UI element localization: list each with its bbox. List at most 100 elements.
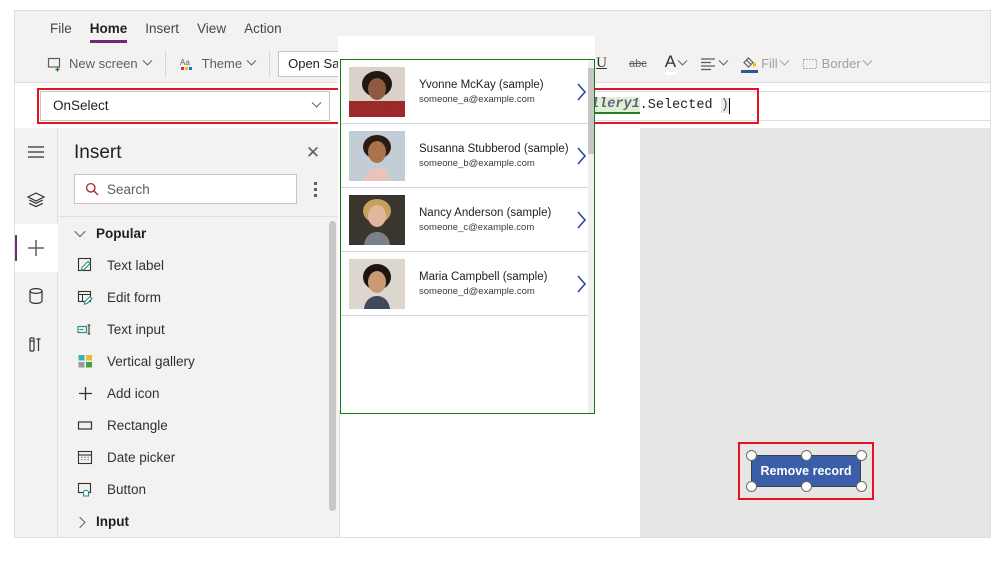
formula-token-close-paren: ): [720, 98, 729, 113]
rail-item-data[interactable]: [14, 272, 58, 320]
gallery-item[interactable]: Yvonne McKay (sample) someone_a@example.…: [341, 60, 594, 124]
gallery-item[interactable]: Nancy Anderson (sample) someone_c@exampl…: [341, 188, 594, 252]
insert-item-add-icon[interactable]: Add icon: [58, 377, 339, 409]
fill-bucket-icon: [741, 55, 759, 73]
insert-panel-scrollbar[interactable]: [329, 221, 336, 511]
button-icon: [76, 480, 94, 498]
resize-handle-bottom-left[interactable]: [746, 481, 757, 492]
chevron-down-icon: [718, 55, 729, 66]
gallery-item[interactable]: Maria Campbell (sample) someone_d@exampl…: [341, 252, 594, 316]
gallery-item-text: Maria Campbell (sample) someone_d@exampl…: [405, 271, 568, 297]
close-icon[interactable]: ✕: [303, 142, 323, 162]
chevron-down-icon: [142, 55, 153, 66]
insert-item-label: Text input: [107, 321, 165, 337]
chevron-down-icon: [779, 55, 790, 66]
insert-item-vertical-gallery[interactable]: Vertical gallery: [58, 345, 339, 377]
property-select-value: OnSelect: [53, 98, 109, 113]
insert-item-label: Date picker: [107, 449, 176, 465]
strikethrough-button[interactable]: abc: [618, 50, 658, 78]
insert-item-button[interactable]: Button: [58, 473, 339, 505]
menu-item-insert[interactable]: Insert: [136, 11, 188, 46]
formula-token-property: .Selected: [639, 98, 713, 113]
search-input[interactable]: Search: [74, 174, 297, 204]
insert-item-label: Text label: [107, 257, 165, 273]
strikethrough-label: abc: [628, 57, 647, 70]
font-color-button[interactable]: A: [658, 50, 693, 78]
menu-item-action[interactable]: Action: [235, 11, 291, 46]
theme-label: Theme: [201, 56, 243, 71]
layers-icon: [26, 191, 46, 209]
new-screen-button[interactable]: New screen: [41, 50, 157, 78]
gallery-item-text: Yvonne McKay (sample) someone_a@example.…: [405, 79, 568, 105]
plus-icon: [25, 237, 47, 259]
fill-button[interactable]: Fill: [734, 50, 795, 78]
left-rail: [14, 128, 58, 538]
theme-icon: Aa: [180, 56, 196, 72]
resize-handle-top-center[interactable]: [801, 450, 812, 461]
chevron-down-icon: [677, 55, 688, 66]
avatar: [349, 194, 405, 245]
rail-item-insert[interactable]: [14, 224, 58, 272]
gallery-item-email: someone_d@example.com: [419, 285, 535, 297]
property-select[interactable]: OnSelect: [40, 90, 330, 121]
resize-handle-bottom-center[interactable]: [801, 481, 812, 492]
insert-item-label: Add icon: [107, 385, 160, 401]
chevron-down-icon: [862, 55, 873, 66]
insert-item-rectangle[interactable]: Rectangle: [58, 409, 339, 441]
avatar: [349, 258, 405, 309]
theme-group: Aa Theme: [166, 45, 269, 83]
text-label-icon: [76, 256, 94, 274]
text-input-icon: [76, 320, 94, 338]
database-icon: [27, 287, 45, 306]
gallery-scrollbar[interactable]: [588, 60, 594, 413]
svg-text:Aa: Aa: [180, 58, 190, 67]
resize-handle-top-left[interactable]: [746, 450, 757, 461]
avatar: [349, 66, 405, 117]
font-color-label: A: [664, 52, 677, 75]
menu-item-view[interactable]: View: [188, 11, 235, 46]
rail-item-media[interactable]: [14, 320, 58, 368]
add-icon: [76, 384, 94, 402]
chevron-right-icon: [74, 516, 86, 529]
chevron-down-icon: [311, 97, 322, 108]
gallery-control[interactable]: Yvonne McKay (sample) someone_a@example.…: [340, 59, 595, 414]
fill-label: Fill: [761, 56, 778, 71]
text-caret: [728, 97, 731, 114]
align-button[interactable]: [693, 50, 734, 78]
resize-handle-bottom-right[interactable]: [856, 481, 867, 492]
insert-item-label: Button: [107, 481, 147, 497]
insert-item-label: Edit form: [107, 289, 162, 305]
powerapps-studio-window: File Home Insert View Action New screen: [0, 0, 1005, 561]
chevron-down-icon: [246, 55, 257, 66]
insert-item-label: Vertical gallery: [107, 353, 195, 369]
insert-item-text-input[interactable]: Text input: [58, 313, 339, 345]
gallery-item-name: Yvonne McKay (sample): [419, 78, 544, 91]
new-screen-label: New screen: [69, 56, 138, 71]
gallery-item-email: someone_b@example.com: [419, 157, 535, 169]
avatar: [349, 130, 405, 181]
media-tools-icon: [27, 335, 45, 354]
gallery-item-email: someone_a@example.com: [419, 93, 535, 105]
insert-group-popular-label: Popular: [96, 225, 147, 241]
insert-group-input[interactable]: Input: [58, 505, 339, 537]
rail-item-tree-view[interactable]: [14, 176, 58, 224]
insert-panel-header: Insert ✕: [58, 128, 339, 164]
button-selection-wrapper: Remove record: [738, 442, 874, 500]
resize-handle-top-right[interactable]: [856, 450, 867, 461]
menu-item-view-label: View: [197, 20, 227, 36]
border-button[interactable]: Border: [795, 50, 878, 78]
gallery-item[interactable]: Susanna Stubberod (sample) someone_b@exa…: [341, 124, 594, 188]
search-placeholder: Search: [107, 181, 150, 197]
new-screen-icon: [47, 56, 63, 72]
rail-item-hamburger-menu[interactable]: [14, 128, 58, 176]
insert-item-edit-form[interactable]: Edit form: [58, 281, 339, 313]
menu-item-home-label: Home: [89, 20, 128, 36]
menu-item-file[interactable]: File: [41, 11, 81, 46]
more-options-icon[interactable]: [305, 181, 325, 197]
insert-item-date-picker[interactable]: Date picker: [58, 441, 339, 473]
menu-item-home[interactable]: Home: [81, 11, 137, 46]
insert-group-popular[interactable]: Popular: [58, 217, 339, 249]
insert-item-text-label[interactable]: Text label: [58, 249, 339, 281]
theme-button[interactable]: Aa Theme: [174, 50, 261, 78]
gallery-item-name: Susanna Stubberod (sample): [419, 142, 568, 155]
